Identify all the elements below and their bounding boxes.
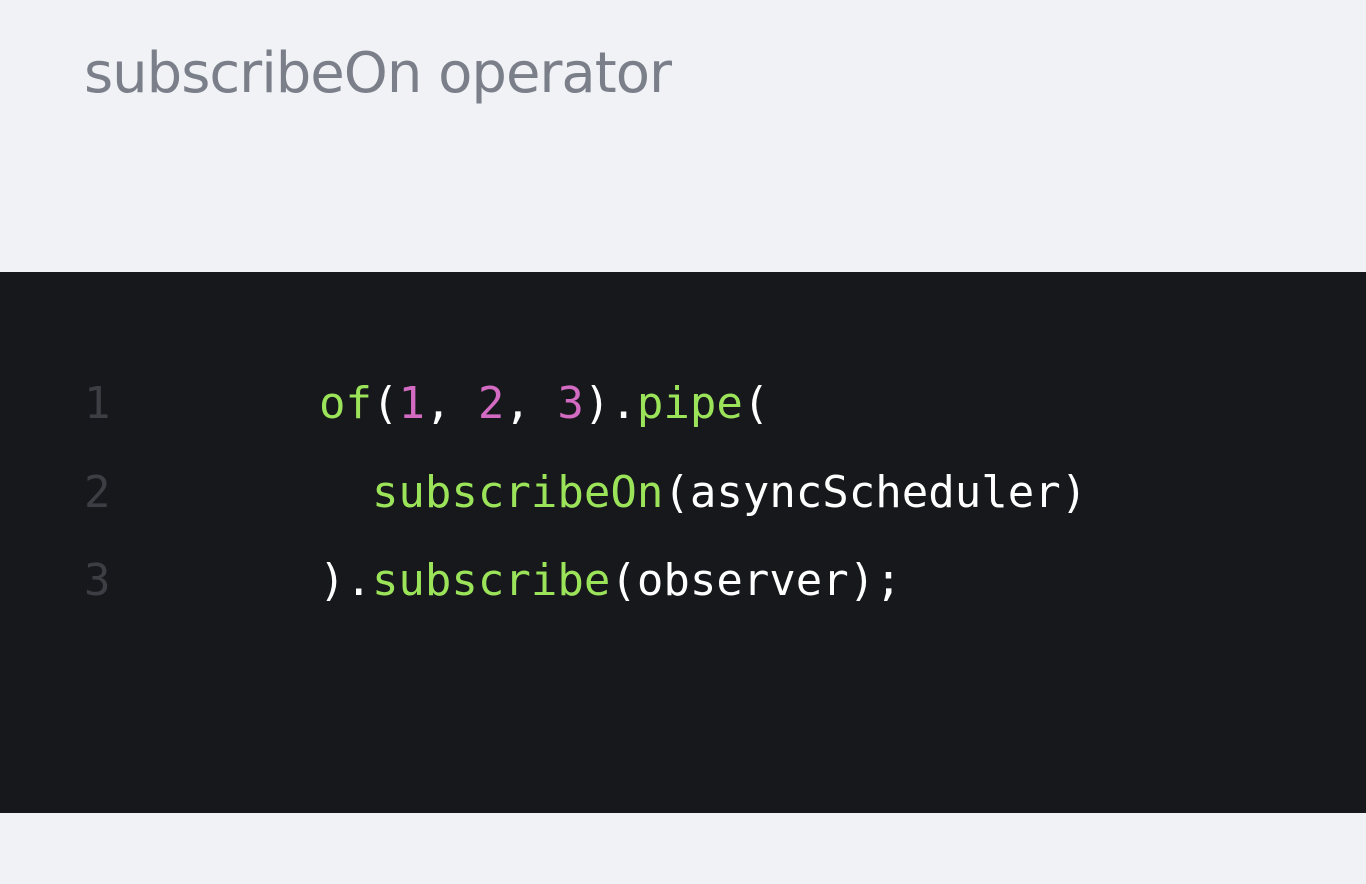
code-text: ).subscribe(observer); [160,491,902,671]
line-number: 2 [84,467,111,518]
line-number: 1 [84,378,111,429]
code-token-punctuation: ( [610,555,637,606]
code-token-function: subscribe [371,555,611,606]
code-block: 1 of(1, 2, 3).pipe( 2 subscribeOn(asyncS… [0,272,1366,813]
code-token-punctuation: ); [848,555,902,606]
slide-title: subscribeOn operator [84,41,672,106]
line-number: 3 [84,555,111,606]
code-token-punctuation: ) [1060,467,1088,518]
code-token-punctuation: ). [318,555,372,606]
code-token-identifier: observer [636,555,849,606]
